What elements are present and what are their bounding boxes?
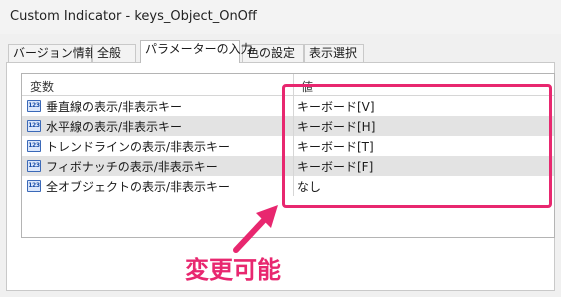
cell-divider (293, 136, 294, 156)
variable-value[interactable]: キーボード[H] (297, 118, 375, 135)
integer-param-icon: 123 (27, 180, 41, 192)
column-header-variable[interactable]: 変数 (30, 78, 54, 95)
variable-name: 垂直線の表示/非表示キー (46, 100, 183, 114)
integer-param-icon: 123 (27, 140, 41, 152)
cell-divider (293, 116, 294, 136)
table-row[interactable]: 123 トレンドラインの表示/非表示キー キーボード[T] (22, 136, 554, 156)
cell-divider (293, 96, 294, 116)
cell-divider (293, 176, 294, 196)
variable-name: 全オブジェクトの表示/非表示キー (46, 180, 231, 194)
integer-param-icon: 123 (27, 160, 41, 172)
table-row[interactable]: 123 全オブジェクトの表示/非表示キー なし (22, 176, 554, 196)
grid-header: 変数 値 (22, 74, 554, 96)
annotation-arrow-icon (233, 205, 278, 253)
variable-name: トレンドラインの表示/非表示キー (46, 140, 231, 154)
table-row[interactable]: 123 水平線の表示/非表示キー キーボード[H] (22, 116, 554, 136)
annotation-callout: 変更可能 (185, 256, 281, 284)
variable-value[interactable]: なし (297, 178, 321, 195)
title-bar: Custom Indicator - keys_Object_OnOff (0, 0, 561, 34)
integer-param-icon: 123 (27, 120, 41, 132)
variable-name: 水平線の表示/非表示キー (46, 120, 183, 134)
integer-param-icon: 123 (27, 100, 41, 112)
variable-value[interactable]: キーボード[V] (297, 98, 375, 115)
tab-version-info[interactable]: バージョン情報 (8, 44, 97, 62)
tab-general[interactable]: 全般 (92, 44, 136, 62)
variable-name: フィボナッチの表示/非表示キー (46, 160, 218, 174)
variable-value[interactable]: キーボード[T] (297, 138, 374, 155)
cell-divider (293, 156, 294, 176)
tab-parameters[interactable]: パラメーターの入力 (140, 40, 253, 63)
window-title: Custom Indicator - keys_Object_OnOff (10, 9, 257, 24)
table-row[interactable]: 123 フィボナッチの表示/非表示キー キーボード[F] (22, 156, 554, 176)
table-row[interactable]: 123 垂直線の表示/非表示キー キーボード[V] (22, 96, 554, 116)
column-header-value[interactable]: 値 (301, 78, 313, 95)
column-divider[interactable] (293, 74, 294, 96)
tab-display-select[interactable]: 表示選択 (304, 44, 364, 62)
variable-value[interactable]: キーボード[F] (297, 158, 373, 175)
